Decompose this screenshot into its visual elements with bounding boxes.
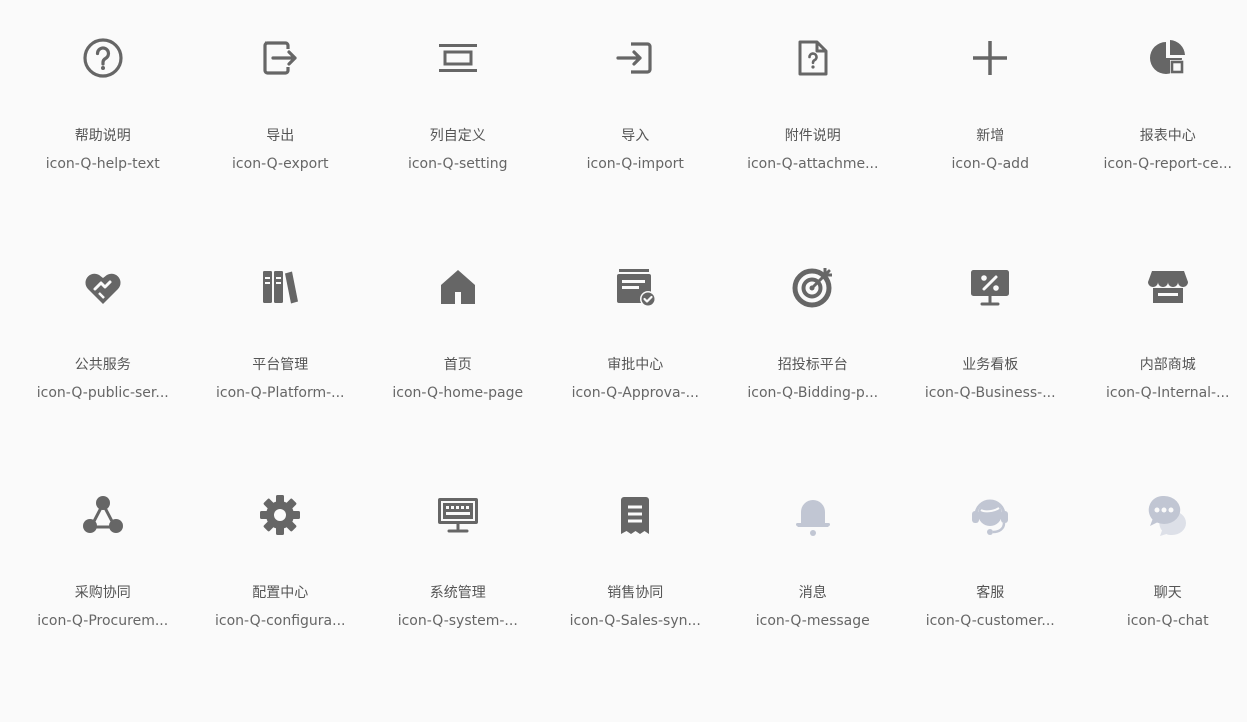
target-arrow-icon — [791, 265, 835, 309]
column-setting-icon — [436, 36, 480, 80]
gear-icon — [258, 493, 302, 537]
icon-card[interactable]: 首页 icon-Q-home-page — [369, 265, 547, 494]
approval-card-icon — [613, 265, 657, 309]
bell-icon — [791, 493, 835, 537]
home-icon — [436, 265, 480, 309]
icon-card[interactable]: 审批中心 icon-Q-Approva-... — [547, 265, 725, 494]
icon-class-label: icon-Q-add — [951, 156, 1029, 172]
icon-name-label: 平台管理 — [252, 356, 309, 373]
icon-card[interactable]: 帮助说明 icon-Q-help-text — [14, 36, 192, 265]
heart-handshake-icon — [81, 265, 125, 309]
icon-card[interactable]: 业务看板 icon-Q-Business-... — [902, 265, 1080, 494]
icon-grid: 帮助说明 icon-Q-help-text 导出 icon-Q-export 列自定义 i… — [14, 36, 1247, 722]
import-icon — [613, 36, 657, 80]
icon-card[interactable]: 公共服务 icon-Q-public-ser... — [14, 265, 192, 494]
icon-name-label: 招投标平台 — [777, 356, 848, 373]
icon-class-label: icon-Q-Procurem... — [37, 613, 169, 629]
icon-name-label: 配置中心 — [252, 585, 309, 601]
icon-card[interactable]: 消息 icon-Q-message — [724, 493, 902, 722]
icon-name-label: 销售协同 — [607, 585, 664, 601]
receipt-icon — [613, 493, 657, 537]
icon-class-label: icon-Q-export — [232, 156, 329, 172]
chat-bubbles-icon — [1146, 493, 1190, 537]
icon-name-label: 报表中心 — [1139, 128, 1196, 144]
icon-card[interactable]: 聊天 icon-Q-chat — [1079, 493, 1247, 722]
icon-name-label: 客服 — [976, 585, 1005, 601]
icon-name-label: 采购协同 — [74, 585, 131, 601]
icon-class-label: icon-Q-system-... — [397, 613, 518, 629]
icon-class-label: icon-Q-Bidding-p... — [747, 384, 879, 401]
icon-name-label: 审批中心 — [607, 356, 664, 373]
icon-name-label: 首页 — [443, 356, 472, 373]
icon-card[interactable]: 销售协同 icon-Q-Sales-syn... — [547, 493, 725, 722]
store-icon — [1146, 265, 1190, 309]
icon-class-label: icon-Q-report-ce... — [1103, 156, 1233, 172]
icon-class-label: icon-Q-chat — [1126, 613, 1209, 629]
icon-name-label: 聊天 — [1153, 585, 1182, 601]
icon-name-label: 帮助说明 — [74, 128, 131, 144]
icon-class-label: icon-Q-Approva-... — [571, 384, 699, 401]
icon-class-label: icon-Q-Internal-... — [1106, 384, 1230, 401]
report-center-icon — [1146, 36, 1190, 80]
icon-class-label: icon-Q-public-ser... — [36, 384, 169, 401]
icon-name-label: 导出 — [266, 128, 295, 144]
icon-card[interactable]: 导出 icon-Q-export — [192, 36, 370, 265]
icon-class-label: icon-Q-customer... — [925, 613, 1055, 629]
icon-name-label: 内部商城 — [1139, 356, 1196, 373]
icon-class-label: icon-Q-Sales-syn... — [569, 613, 701, 629]
export-icon — [258, 36, 302, 80]
help-circle-icon — [81, 36, 125, 80]
icon-card[interactable]: 新增 icon-Q-add — [902, 36, 1080, 265]
attachment-doc-icon — [791, 36, 835, 80]
icon-class-label: icon-Q-attachme... — [747, 156, 879, 172]
icon-card[interactable]: 客服 icon-Q-customer... — [902, 493, 1080, 722]
icon-card[interactable]: 列自定义 icon-Q-setting — [369, 36, 547, 265]
icon-card[interactable]: 采购协同 icon-Q-Procurem... — [14, 493, 192, 722]
percent-board-icon — [968, 265, 1012, 309]
icon-name-label: 系统管理 — [429, 585, 486, 601]
icon-card[interactable]: 内部商城 icon-Q-Internal-... — [1079, 265, 1247, 494]
icon-card[interactable]: 配置中心 icon-Q-configura... — [192, 493, 370, 722]
icon-class-label: icon-Q-configura... — [215, 613, 346, 629]
icon-name-label: 导入 — [621, 128, 650, 144]
icon-class-label: icon-Q-setting — [407, 156, 508, 172]
icon-name-label: 新增 — [976, 128, 1005, 144]
icon-class-label: icon-Q-home-page — [392, 384, 524, 401]
icon-card[interactable]: 报表中心 icon-Q-report-ce... — [1079, 36, 1247, 265]
icon-card[interactable]: 平台管理 icon-Q-Platform-... — [192, 265, 370, 494]
icon-card[interactable]: 系统管理 icon-Q-system-... — [369, 493, 547, 722]
icon-class-label: icon-Q-message — [755, 613, 870, 629]
icon-class-label: icon-Q-Business-... — [924, 384, 1056, 401]
icon-name-label: 附件说明 — [784, 128, 841, 144]
icon-class-label: icon-Q-help-text — [45, 156, 160, 172]
headset-icon — [968, 493, 1012, 537]
books-icon — [258, 265, 302, 309]
network-nodes-icon — [81, 493, 125, 537]
icon-name-label: 公共服务 — [74, 356, 131, 373]
icon-name-label: 业务看板 — [962, 356, 1019, 373]
icon-card[interactable]: 招投标平台 icon-Q-Bidding-p... — [724, 265, 902, 494]
icon-card[interactable]: 附件说明 icon-Q-attachme... — [724, 36, 902, 265]
icon-class-label: icon-Q-Platform-... — [216, 384, 345, 401]
icon-name-label: 列自定义 — [429, 128, 486, 144]
plus-icon — [968, 36, 1012, 80]
icon-name-label: 消息 — [798, 585, 827, 601]
icon-card[interactable]: 导入 icon-Q-import — [547, 36, 725, 265]
icon-class-label: icon-Q-import — [586, 156, 684, 172]
keyboard-monitor-icon — [436, 493, 480, 537]
